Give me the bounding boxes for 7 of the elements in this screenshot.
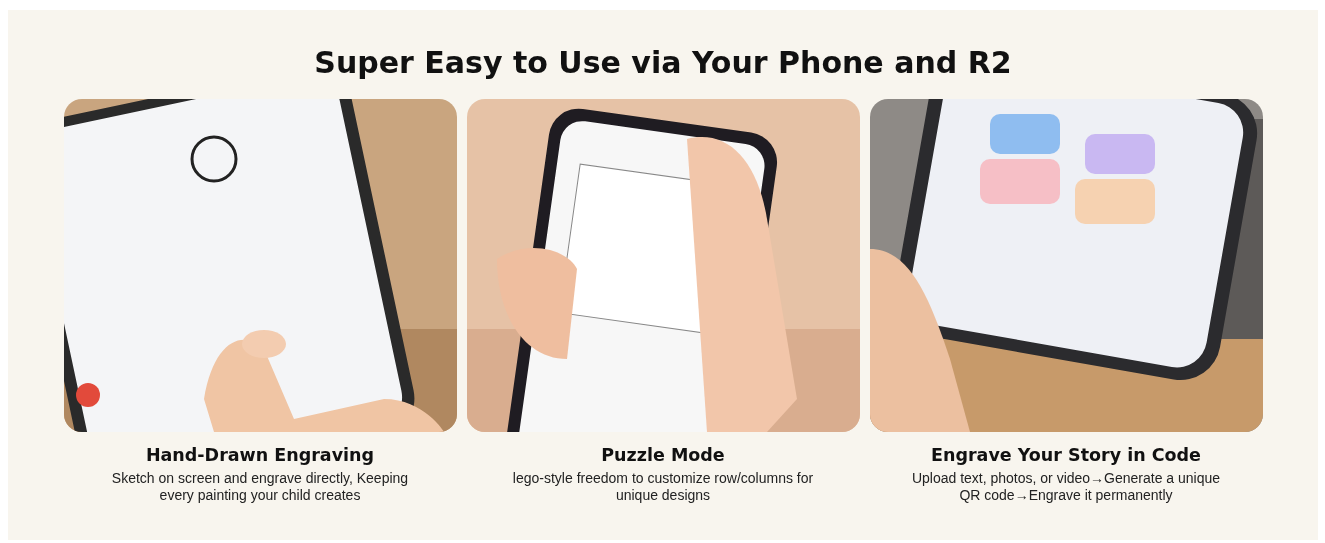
feature-title: Puzzle Mode xyxy=(601,445,725,465)
feature-description: Upload text, photos, or video→Generate a unique QR code→Engrave it permanently xyxy=(910,470,1222,504)
feature-description: lego-style freedom to customize row/columns for unique designs xyxy=(511,470,815,504)
feature-description: Sketch on screen and engrave directly, Keeping every painting your child creates xyxy=(110,470,410,504)
feature-title: Hand-Drawn Engraving xyxy=(145,445,375,465)
feature-title: Engrave Your Story in Code xyxy=(931,445,1201,465)
section-heading: Super Easy to Use via Your Phone and R2 xyxy=(314,46,1012,79)
